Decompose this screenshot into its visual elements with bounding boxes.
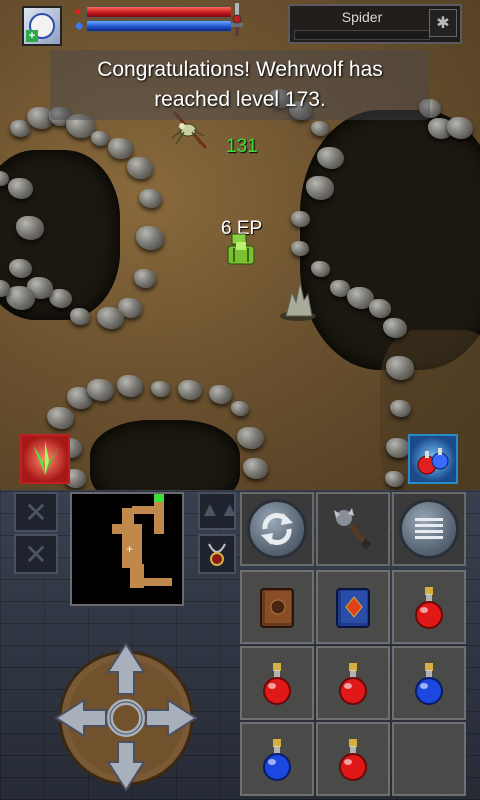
rock <box>117 375 143 398</box>
rock <box>46 406 74 430</box>
health-bar <box>86 6 232 18</box>
game-view[interactable]: 131 6 EP + ♥ ◆ Spider ✱ Congratulations!… <box>0 0 480 490</box>
rock <box>70 308 90 325</box>
rock <box>178 380 202 401</box>
mace-icon <box>334 508 372 550</box>
menu-button[interactable] <box>392 492 466 566</box>
rock <box>311 121 329 137</box>
rock <box>306 176 334 200</box>
rock <box>138 188 162 209</box>
menu-lines-icon <box>399 499 459 559</box>
red-potion-icon <box>339 663 367 705</box>
inventory-slot[interactable] <box>392 646 466 720</box>
heart-icon: ♥ <box>74 5 82 19</box>
rock <box>7 177 33 199</box>
inventory-slot[interactable] <box>240 722 314 796</box>
stalagmite-rock <box>280 281 316 321</box>
amulet-icon[interactable] <box>198 534 236 574</box>
inventory-slot[interactable] <box>392 570 466 644</box>
player-character[interactable] <box>226 232 256 268</box>
rock <box>236 426 264 450</box>
mana-bar-fill <box>87 21 231 31</box>
minimap[interactable]: + <box>70 492 184 606</box>
rock <box>384 470 404 487</box>
plus-icon: + <box>26 30 38 42</box>
sword-icon <box>231 3 243 36</box>
status-bars: ♥ ◆ <box>74 3 244 36</box>
red-potion-icon <box>339 739 367 781</box>
potion-skill-icon[interactable] <box>408 434 458 484</box>
inventory-slot[interactable] <box>392 722 466 796</box>
directional-pad[interactable] <box>54 642 198 792</box>
rock <box>10 120 30 137</box>
rock <box>208 384 232 405</box>
rock <box>369 299 391 318</box>
health-bar-fill <box>87 7 231 17</box>
control-panel: ✕ ✕ + ▲▲ <box>0 490 480 800</box>
blue-potion-icon <box>263 739 291 781</box>
up-arrows-icon[interactable]: ▲▲ <box>198 492 240 530</box>
leaf-blades-icon <box>33 441 59 475</box>
inventory-slot[interactable] <box>316 722 390 796</box>
message-line-1: Congratulations! Wehrwolf has <box>97 58 383 81</box>
level-up-message: Congratulations! Wehrwolf has reached le… <box>50 50 430 120</box>
message-line-2: reached level 173. <box>154 88 326 111</box>
brown-book-icon <box>260 588 294 628</box>
weapon-slot[interactable] <box>316 492 390 566</box>
wizard-portrait-icon[interactable]: + <box>22 6 62 46</box>
rock <box>107 137 133 159</box>
rock <box>150 380 170 397</box>
mana-bar <box>86 20 232 32</box>
red-potion-icon <box>263 663 291 705</box>
rock <box>136 226 164 250</box>
rock <box>231 401 249 417</box>
left-controls: ✕ ✕ + ▲▲ <box>14 492 240 798</box>
rock <box>290 210 310 227</box>
target-health-bar <box>294 30 430 40</box>
right-controls <box>238 492 466 798</box>
nature-skill-icon[interactable] <box>20 434 70 484</box>
empty-slot-x-icon[interactable]: ✕ <box>14 492 58 532</box>
player-marker-icon: + <box>126 542 134 556</box>
rock <box>447 117 473 140</box>
target-panel[interactable]: Spider ✱ <box>288 4 462 44</box>
inventory-slot[interactable] <box>240 570 314 644</box>
rock <box>134 269 156 288</box>
rock <box>91 131 109 147</box>
blue-book-icon <box>336 588 370 628</box>
empty-slot-x-icon[interactable]: ✕ <box>14 534 58 574</box>
cycle-arrows-icon <box>247 499 307 559</box>
spider-icon: ✱ <box>429 9 457 37</box>
potions-icon <box>417 448 449 475</box>
target-name: Spider <box>341 9 383 25</box>
rock <box>242 457 268 479</box>
blue-potion-icon <box>415 663 443 705</box>
rock <box>96 306 124 330</box>
cave-pit <box>90 420 240 490</box>
top-hud: + ♥ ◆ Spider ✱ <box>0 0 480 48</box>
inventory-slot[interactable] <box>316 646 390 720</box>
mana-drop-icon: ◆ <box>75 20 84 32</box>
rock <box>127 157 153 180</box>
damage-number: 131 <box>226 136 258 157</box>
rock <box>386 356 414 380</box>
rock <box>310 260 330 277</box>
rock <box>16 216 44 240</box>
red-potion-icon <box>415 587 443 629</box>
inventory-slot[interactable] <box>316 570 390 644</box>
cycle-target-button[interactable] <box>240 492 314 566</box>
rock <box>291 241 309 257</box>
inventory-slot[interactable] <box>240 646 314 720</box>
